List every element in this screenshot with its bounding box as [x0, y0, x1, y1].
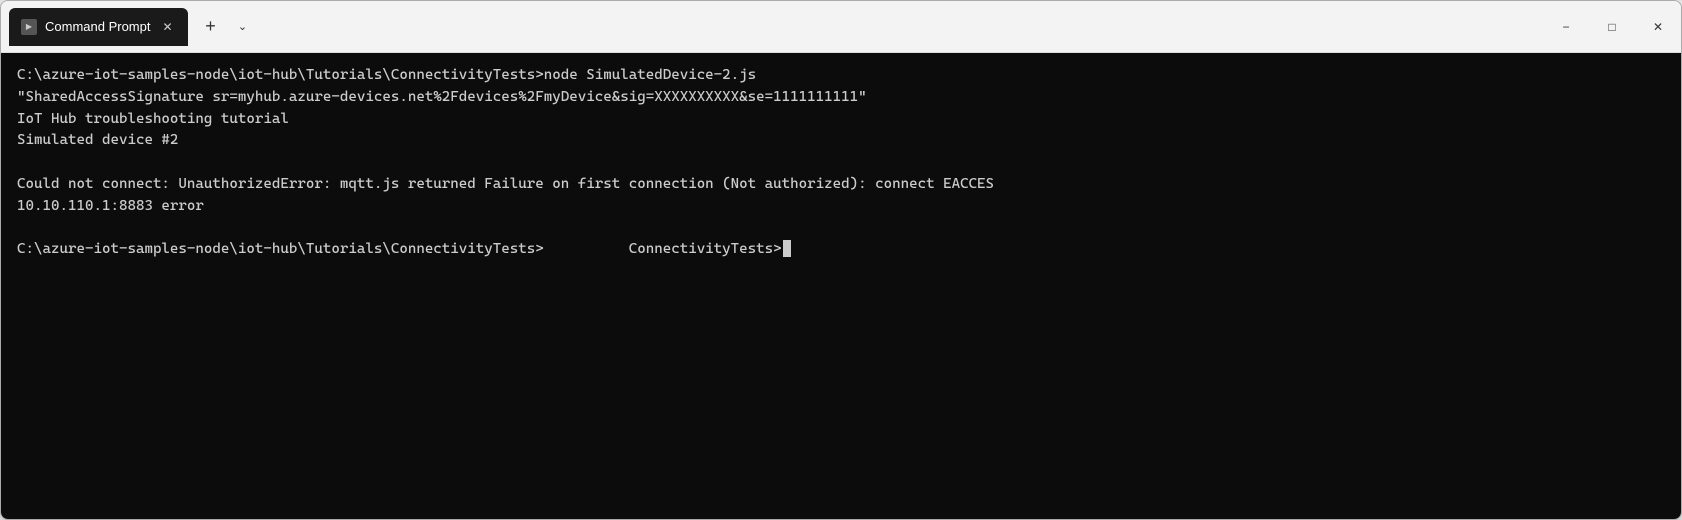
terminal-body[interactable]: C:\azure-iot-samples-node\iot-hub\Tutori… — [1, 53, 1681, 519]
terminal-line-empty — [17, 217, 1665, 239]
cursor — [783, 240, 791, 257]
tab-label: Command Prompt — [45, 19, 150, 34]
maximize-button[interactable]: □ — [1589, 1, 1635, 52]
window-controls: − □ ✕ — [1543, 1, 1681, 52]
tab-close-button[interactable]: ✕ — [158, 18, 176, 36]
terminal-line-empty — [17, 152, 1665, 174]
close-button[interactable]: ✕ — [1635, 1, 1681, 52]
terminal-line: C:\azure-iot-samples-node\iot-hub\Tutori… — [17, 65, 1665, 87]
terminal-line: 10.10.110.1:8883 error — [17, 196, 1665, 218]
tab-dropdown-button[interactable]: ⌄ — [228, 13, 256, 41]
active-tab[interactable]: Command Prompt ✕ — [9, 8, 188, 46]
terminal-line: Could not connect: UnauthorizedError: mq… — [17, 174, 1665, 196]
terminal-line: Simulated device #2 — [17, 130, 1665, 152]
terminal-line: "SharedAccessSignature sr=myhub.azure-de… — [17, 87, 1665, 109]
title-bar: Command Prompt ✕ + ⌄ − □ ✕ — [1, 1, 1681, 53]
tab-area: Command Prompt ✕ + ⌄ — [9, 1, 1543, 52]
terminal-line: IoT Hub troubleshooting tutorial — [17, 109, 1665, 131]
terminal-window: Command Prompt ✕ + ⌄ − □ ✕ C:\azure-iot-… — [0, 0, 1682, 520]
new-tab-button[interactable]: + — [194, 11, 226, 43]
terminal-icon — [21, 19, 37, 35]
minimize-button[interactable]: − — [1543, 1, 1589, 52]
terminal-prompt-line: C:\azure-iot-samples-node\iot-hub\Tutori… — [17, 239, 1665, 261]
